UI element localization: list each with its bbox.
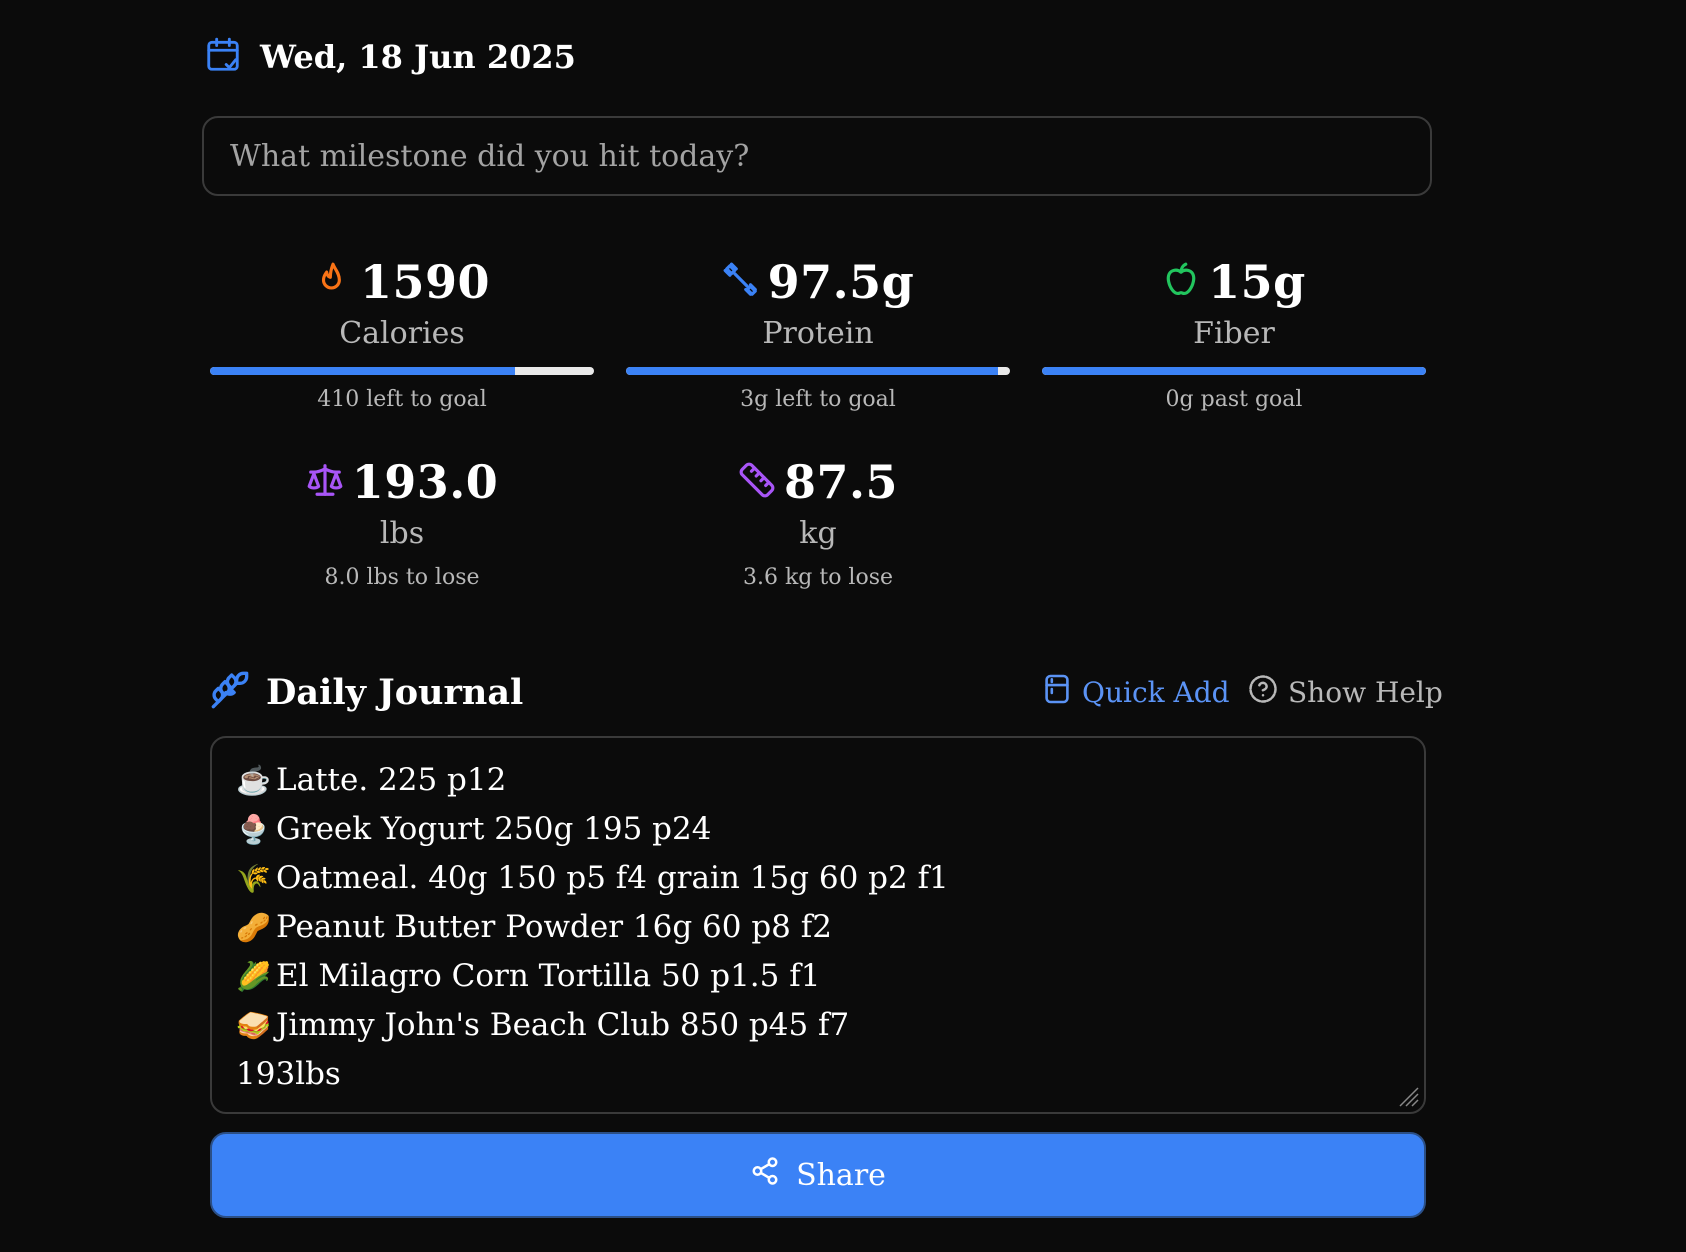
protein-label: Protein: [762, 316, 874, 351]
ice-cream-emoji: 🍨: [236, 813, 271, 846]
share-label: Share: [796, 1157, 886, 1193]
weight-kg-remaining: 3.6 kg to lose: [742, 565, 894, 590]
apple-icon: [1162, 261, 1208, 303]
scale-icon: [306, 461, 352, 503]
dumbbell-icon: [722, 261, 768, 303]
weight-lbs-label: lbs: [379, 516, 425, 551]
calories-value: 1590: [359, 255, 491, 309]
calories-stat: 1590 Calories 410 left to goal: [210, 254, 594, 412]
wheat-icon: [210, 670, 250, 714]
calendar-check-icon: [204, 36, 242, 78]
journal-line: 🥜 Peanut Butter Powder 16g 60 p8 f2: [236, 903, 1400, 952]
resize-handle-icon[interactable]: [1394, 1082, 1420, 1108]
journal-line-text: 193lbs: [236, 1056, 341, 1092]
weight-kg-label: kg: [799, 516, 837, 551]
fiber-progress-fill: [1042, 367, 1426, 375]
flame-icon: [314, 261, 360, 303]
fiber-value: 15g: [1208, 255, 1306, 309]
journal-line: 🍨 Greek Yogurt 250g 195 p24: [236, 805, 1400, 854]
journal-header: Daily Journal: [210, 666, 523, 718]
fiber-label: Fiber: [1193, 316, 1275, 351]
calories-remaining: 410 left to goal: [317, 387, 487, 412]
milestone-input[interactable]: [202, 116, 1432, 196]
sandwich-emoji: 🥪: [236, 1009, 271, 1042]
current-date: Wed, 18 Jun 2025: [260, 38, 576, 76]
share-button[interactable]: Share: [210, 1132, 1426, 1218]
fiber-progress-bar: [1042, 367, 1426, 375]
fiber-remaining: 0g past goal: [1165, 387, 1303, 412]
journal-line-text: Jimmy John's Beach Club 850 p45 f7: [276, 1007, 850, 1043]
protein-stat: 97.5g Protein 3g left to goal: [626, 254, 1010, 412]
share-icon: [750, 1156, 796, 1194]
weight-lbs-remaining: 8.0 lbs to lose: [324, 565, 480, 590]
weight-lbs-value: 193.0: [351, 455, 499, 509]
protein-remaining: 3g left to goal: [740, 387, 896, 412]
journal-line: 🌾 Oatmeal. 40g 150 p5 f4 grain 15g 60 p2 …: [236, 854, 1400, 903]
journal-line: 🥪 Jimmy John's Beach Club 850 p45 f7: [236, 1001, 1400, 1050]
fridge-icon: [1044, 673, 1082, 712]
journal-line-text: Greek Yogurt 250g 195 p24: [276, 811, 712, 847]
calories-progress-bar: [210, 367, 594, 375]
date-header: Wed, 18 Jun 2025: [204, 34, 576, 80]
fiber-stat: 15g Fiber 0g past goal: [1042, 254, 1426, 412]
weight-kg-stat: 87.5 kg 3.6 kg to lose: [626, 454, 1010, 590]
quick-add-button[interactable]: Quick Add: [1044, 672, 1230, 712]
quick-add-label: Quick Add: [1082, 675, 1230, 709]
calories-label: Calories: [339, 316, 465, 351]
journal-line-text: Peanut Butter Powder 16g 60 p8 f2: [276, 909, 832, 945]
journal-line-text: Oatmeal. 40g 150 p5 f4 grain 15g 60 p2 f…: [276, 860, 949, 896]
ruler-icon: [738, 461, 784, 503]
weight-lbs-stat: 193.0 lbs 8.0 lbs to lose: [210, 454, 594, 590]
journal-line-text: El Milagro Corn Tortilla 50 p1.5 f1: [276, 958, 821, 994]
rice-emoji: 🌾: [236, 862, 271, 895]
journal-line: 🌽 El Milagro Corn Tortilla 50 p1.5 f1: [236, 952, 1400, 1001]
corn-emoji: 🌽: [236, 960, 271, 993]
journal-title: Daily Journal: [266, 671, 524, 713]
protein-progress-bar: [626, 367, 1010, 375]
calories-progress-fill: [210, 367, 516, 375]
journal-line-text: Latte. 225 p12: [276, 762, 507, 798]
protein-progress-fill: [626, 367, 999, 375]
show-help-label: Show Help: [1288, 675, 1443, 709]
peanut-emoji: 🥜: [236, 911, 271, 944]
show-help-button[interactable]: Show Help: [1248, 672, 1443, 712]
journal-line: ☕ Latte. 225 p12: [236, 756, 1400, 805]
weight-kg-value: 87.5: [783, 455, 899, 509]
help-circle-icon: [1248, 674, 1288, 711]
protein-value: 97.5g: [767, 255, 915, 309]
coffee-emoji: ☕: [236, 764, 271, 797]
journal-entry-textarea[interactable]: ☕ Latte. 225 p12 🍨 Greek Yogurt 250g 195 p…: [210, 736, 1426, 1114]
journal-line: 193lbs: [236, 1050, 1400, 1098]
